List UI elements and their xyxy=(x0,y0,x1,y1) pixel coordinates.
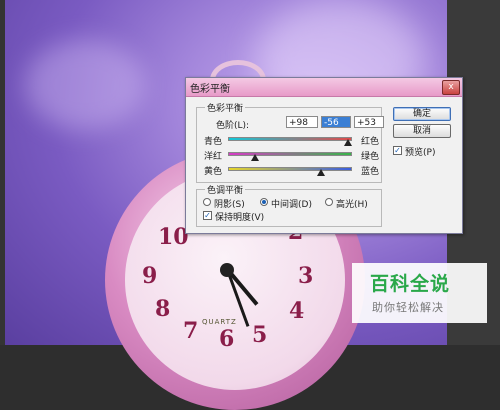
bokeh-light xyxy=(25,40,145,130)
cyan-red-slider[interactable] xyxy=(228,137,352,141)
group-label: 色调平衡 xyxy=(205,183,246,196)
levels-input-yellow-blue[interactable]: +53 xyxy=(354,116,384,128)
slider-thumb[interactable] xyxy=(251,154,259,161)
watermark-logo: 百科全说 助你轻松解决 xyxy=(352,263,487,323)
slider-thumb[interactable] xyxy=(344,139,352,146)
midtones-radio[interactable] xyxy=(260,198,268,206)
shadows-label[interactable]: 阴影(S) xyxy=(214,197,245,210)
preview-checkbox[interactable]: ✓ xyxy=(393,146,402,155)
cancel-button[interactable]: 取消 xyxy=(393,124,451,138)
dialog-titlebar[interactable]: 色彩平衡 x xyxy=(186,78,462,97)
clock-number: 5 xyxy=(252,322,268,348)
color-balance-dialog: 色彩平衡 x 色彩平衡 色阶(L): +98 -56 +53 青色 红色 洋红 … xyxy=(185,77,463,234)
yellow-blue-slider[interactable] xyxy=(228,167,352,171)
levels-label: 色阶(L): xyxy=(216,121,250,131)
magenta-green-slider[interactable] xyxy=(228,152,352,156)
highlights-label[interactable]: 高光(H) xyxy=(336,197,368,210)
preserve-luminosity-checkbox[interactable]: ✓ xyxy=(203,211,212,220)
slider-right-label: 红色 xyxy=(361,137,380,147)
preserve-luminosity-label[interactable]: 保持明度(V) xyxy=(215,210,264,223)
slider-right-label: 绿色 xyxy=(361,152,380,162)
clock-brand: QUARTZ xyxy=(202,318,237,326)
watermark-title: 百科全说 xyxy=(370,273,451,295)
shadows-radio[interactable] xyxy=(203,198,211,206)
slider-left-label: 青色 xyxy=(204,137,223,147)
slider-thumb[interactable] xyxy=(317,169,325,176)
clock-number: 9 xyxy=(142,263,158,289)
levels-input-cyan-red[interactable]: +98 xyxy=(286,116,318,128)
clock-number: 3 xyxy=(298,263,314,289)
clock-hub xyxy=(220,263,234,277)
clock-number: 6 xyxy=(219,326,235,352)
slider-right-label: 蓝色 xyxy=(361,167,380,177)
levels-input-magenta-green[interactable]: -56 xyxy=(321,116,351,128)
group-label: 色彩平衡 xyxy=(205,101,246,114)
slider-left-label: 洋红 xyxy=(204,152,223,162)
close-button[interactable]: x xyxy=(442,80,460,95)
dialog-title: 色彩平衡 xyxy=(190,84,230,95)
slider-left-label: 黄色 xyxy=(204,167,223,177)
ok-button[interactable]: 确定 xyxy=(393,107,451,121)
close-icon: x xyxy=(448,82,454,92)
preview-label[interactable]: 预览(P) xyxy=(405,145,435,158)
clock-number: 4 xyxy=(289,298,305,324)
midtones-label[interactable]: 中间调(D) xyxy=(271,197,312,210)
clock-number: 7 xyxy=(183,318,199,344)
watermark-subtitle: 助你轻松解决 xyxy=(372,301,444,314)
clock-number: 8 xyxy=(155,296,171,322)
highlights-radio[interactable] xyxy=(325,198,333,206)
